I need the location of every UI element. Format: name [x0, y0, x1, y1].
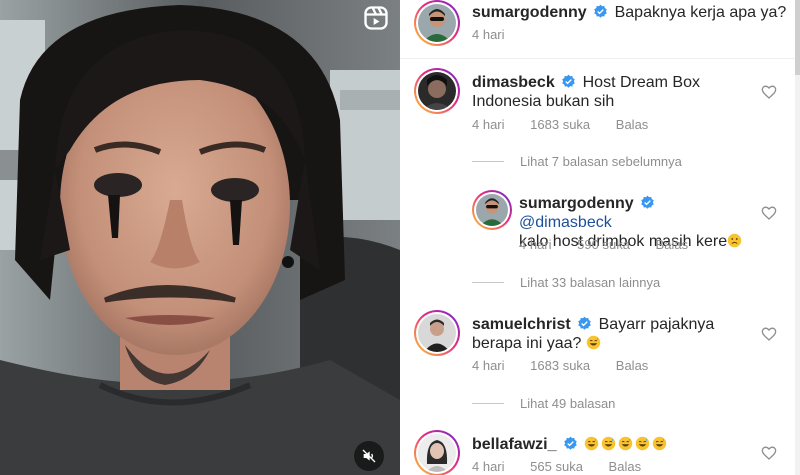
- reply-button[interactable]: Balas: [656, 237, 689, 252]
- view-replies-label: Lihat 33 balasan lainnya: [520, 275, 661, 290]
- reply-button[interactable]: Balas: [616, 358, 649, 373]
- comment-item: samuelchrist Bayarr pajaknya berapa ini …: [400, 308, 795, 388]
- comment-item: dimasbeck Host Dream Box Indonesia bukan…: [400, 66, 795, 146]
- comment-time: 4 hari: [472, 358, 505, 373]
- grinning-sweat-emoji-icon: [653, 436, 667, 451]
- view-replies-label: Lihat 49 balasan: [520, 396, 616, 411]
- grinning-sweat-emoji-icon: [602, 436, 616, 451]
- avatar-photo: [418, 314, 456, 352]
- reply-line-divider: [472, 403, 504, 404]
- view-replies-link[interactable]: Lihat 49 balasan: [472, 396, 615, 411]
- avatar[interactable]: [414, 0, 460, 46]
- view-more-replies-link[interactable]: Lihat 33 balasan lainnya: [472, 275, 660, 290]
- avatar[interactable]: [414, 68, 460, 114]
- like-heart-icon[interactable]: [761, 445, 777, 461]
- mute-toggle-button[interactable]: [354, 441, 384, 471]
- avatar-photo: [418, 434, 456, 472]
- comment-reply-item: sumargodenny @dimasbeck kalo host drimbo…: [400, 186, 795, 266]
- grinning-sweat-emoji-icon: [585, 436, 599, 451]
- reel-video-player[interactable]: [0, 0, 400, 475]
- comment-username[interactable]: bellafawzi_: [472, 436, 556, 453]
- reels-icon: [364, 6, 388, 30]
- grinning-sweat-emoji-icon: [619, 436, 633, 451]
- like-heart-icon[interactable]: [761, 326, 777, 342]
- reply-button[interactable]: Balas: [616, 117, 649, 132]
- view-replies-label: Lihat 7 balasan sebelumnya: [520, 154, 682, 169]
- comment-emoji-group: [584, 436, 669, 453]
- comment-likes-count[interactable]: 1683 suka: [530, 358, 590, 373]
- comments-panel[interactable]: sumargodenny Bapaknya kerja apa ya? 4 ha…: [400, 0, 800, 475]
- avatar-photo: [418, 4, 456, 42]
- like-heart-icon[interactable]: [761, 205, 777, 221]
- avatar[interactable]: [414, 310, 460, 356]
- comment-username[interactable]: dimasbeck: [472, 74, 555, 91]
- mention-link[interactable]: @dimasbeck: [519, 214, 612, 231]
- reply-line-divider: [472, 282, 504, 283]
- comment-item: bellafawzi_ 4 hari 565 suka Balas: [400, 428, 795, 475]
- verified-badge-icon: [641, 195, 654, 209]
- reply-button[interactable]: Balas: [609, 459, 642, 474]
- comment-item: sumargodenny Bapaknya kerja apa ya? 4 ha…: [400, 0, 795, 50]
- reply-line-divider: [472, 161, 504, 162]
- view-previous-replies-link[interactable]: Lihat 7 balasan sebelumnya: [472, 154, 682, 169]
- comment-time: 4 hari: [472, 459, 505, 474]
- verified-badge-icon: [578, 316, 591, 330]
- comment-text: Bapaknya kerja apa ya?: [614, 4, 787, 21]
- avatar[interactable]: [472, 190, 512, 230]
- like-heart-icon[interactable]: [761, 84, 777, 100]
- scrollbar-track[interactable]: [795, 0, 800, 475]
- scrollbar-thumb[interactable]: [795, 0, 800, 75]
- comment-likes-count[interactable]: 590 suka: [577, 237, 630, 252]
- verified-badge-icon: [562, 74, 575, 88]
- divider: [400, 58, 795, 59]
- sad-face-emoji-icon: [727, 233, 742, 248]
- verified-badge-icon: [564, 436, 577, 450]
- avatar-photo: [476, 194, 508, 226]
- comment-username[interactable]: sumargodenny: [519, 195, 634, 212]
- comment-time: 4 hari: [519, 237, 552, 252]
- comment-username[interactable]: samuelchrist: [472, 316, 571, 333]
- comment-username[interactable]: sumargodenny: [472, 4, 587, 21]
- comment-likes-count[interactable]: 1683 suka: [530, 117, 590, 132]
- video-frame: [0, 0, 400, 475]
- comment-likes-count[interactable]: 565 suka: [530, 459, 583, 474]
- muted-speaker-icon: [362, 449, 376, 463]
- grinning-sweat-emoji-icon: [636, 436, 650, 451]
- comment-time: 4 hari: [472, 27, 505, 42]
- verified-badge-icon: [594, 4, 607, 18]
- sweat-smile-emoji-icon: [586, 335, 601, 350]
- avatar[interactable]: [414, 430, 460, 475]
- avatar-photo: [418, 72, 456, 110]
- comment-time: 4 hari: [472, 117, 505, 132]
